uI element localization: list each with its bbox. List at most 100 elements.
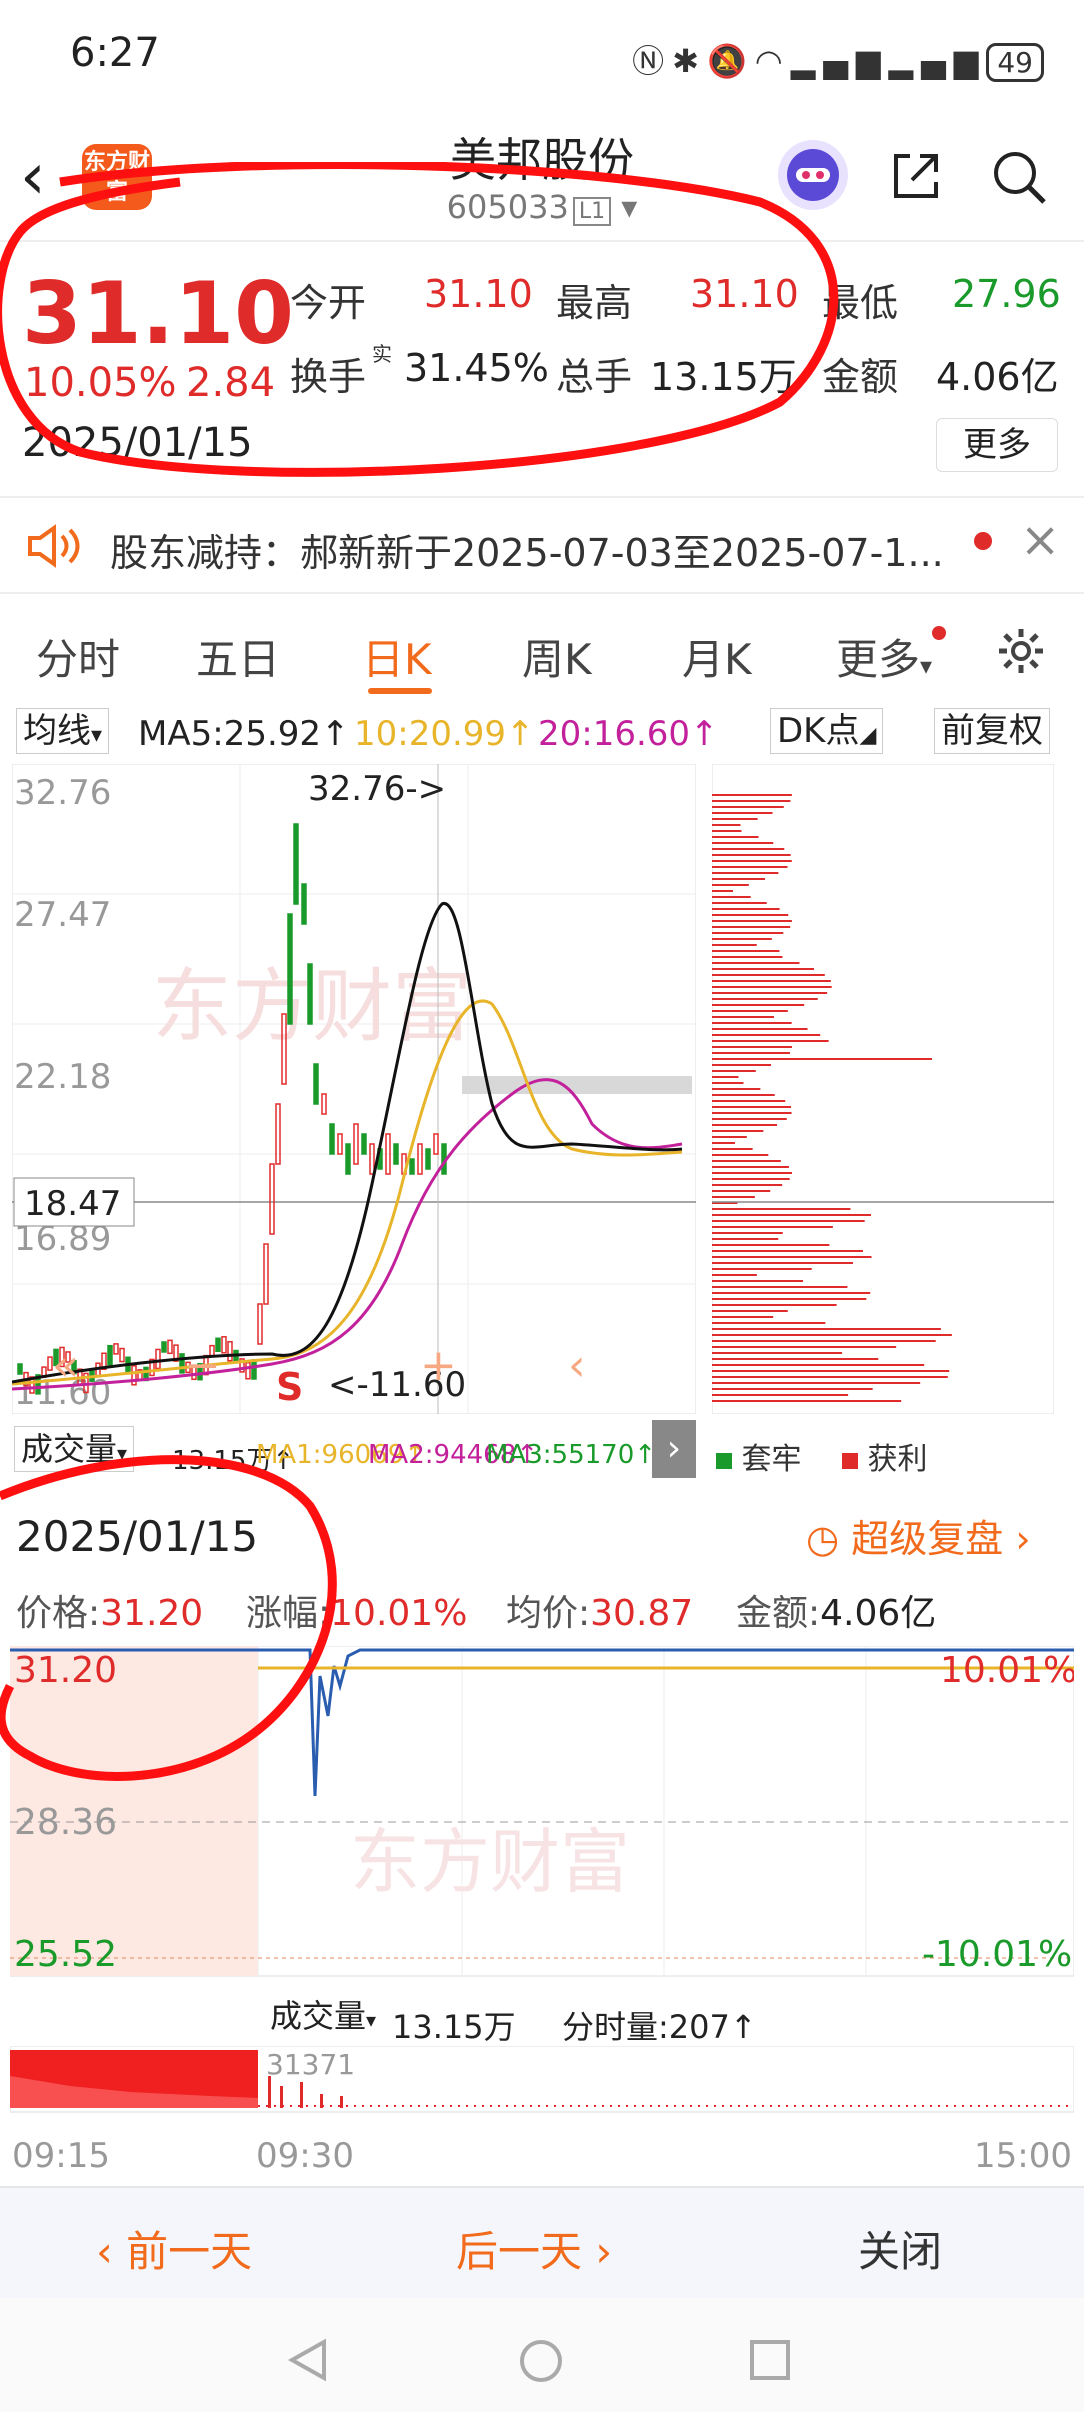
chip-bar: [712, 1034, 821, 1036]
chip-bar: [712, 926, 791, 928]
chip-bar: [712, 1088, 761, 1090]
notice-bar[interactable]: 股东减持：郝新新于2025-07-03至2025-07-1... ×: [0, 496, 1084, 594]
y-label-1: 32.76: [14, 773, 111, 813]
chip-bar: [712, 1064, 772, 1066]
chip-bar: [712, 974, 825, 976]
tab-daily-k[interactable]: 日K: [362, 626, 432, 687]
chip-bar: [712, 812, 773, 814]
tab-five-day[interactable]: 五日: [196, 626, 280, 687]
dk-select-label: DK点: [777, 711, 860, 751]
tab-timeshare[interactable]: 分时: [36, 626, 120, 687]
chip-bar: [712, 1232, 783, 1234]
volume-ma3: MA3:55170↑: [486, 1440, 657, 1470]
candle: [107, 1344, 113, 1366]
replay-avg: 均价:30.87: [506, 1584, 693, 1636]
chip-bar: [712, 860, 792, 862]
tab-weekly-k[interactable]: 周K: [522, 626, 592, 687]
indicator-row: 均线▾ MA5:25.92↑ 10:20.99↑ 20:16.60↑ DK点◢ …: [0, 704, 1084, 760]
chip-bar: [712, 1100, 786, 1102]
adjust-select[interactable]: 前复权: [934, 708, 1050, 754]
chip-bar: [712, 866, 788, 868]
chip-bar: [712, 1256, 872, 1258]
gear-icon[interactable]: [996, 626, 1046, 676]
close-button[interactable]: 关闭: [858, 2218, 942, 2279]
chip-bar: [712, 836, 759, 838]
ma-select-label: 均线: [23, 711, 91, 751]
nav-back-icon[interactable]: [286, 2338, 330, 2382]
candle: [345, 1143, 351, 1175]
intraday-volume-select[interactable]: 成交量▾: [264, 1994, 382, 2038]
legend-profit: 获利: [842, 1434, 928, 1478]
ma-select[interactable]: 均线▾: [16, 708, 110, 754]
status-icons: Ⓝ✱🔕◠▂▄▆▂▄▆ 49: [632, 36, 1044, 82]
chip-bar: [712, 956, 783, 958]
chip-bar: [712, 914, 789, 916]
svg-text:‹: ‹: [568, 1340, 586, 1391]
chip-bar: [712, 1358, 879, 1360]
max-price-note: 32.76->: [308, 769, 446, 809]
chip-bar: [712, 1250, 863, 1252]
chip-bar: [712, 1016, 775, 1018]
chip-bar: [712, 1382, 921, 1384]
candle: [161, 1341, 167, 1353]
speaker-icon: [28, 524, 80, 568]
kline-chart[interactable]: 东方财富 32.76 27.47 22.18 16.89 11.60 18.47…: [12, 764, 696, 1414]
highlight-circle-annotation-2: [0, 1455, 337, 1781]
candle: [301, 883, 307, 925]
chip-bar: [712, 1304, 837, 1306]
candle: [307, 963, 313, 1025]
svg-text:+: +: [420, 1340, 457, 1391]
bluetooth-icon: ✱: [672, 42, 707, 80]
chip-bar: [712, 1388, 873, 1390]
chip-bar: [712, 1238, 779, 1240]
replay-amount-label: 金额:: [736, 1593, 821, 1634]
candle: [329, 1123, 335, 1155]
chip-bar: [712, 1166, 789, 1168]
legend-profit-label: 获利: [867, 1442, 928, 1477]
chip-bar: [712, 1352, 843, 1354]
tab-more[interactable]: 更多▾: [836, 626, 947, 687]
chip-bar: [712, 830, 742, 832]
system-nav-bar: [0, 2298, 1084, 2412]
next-day-button[interactable]: 后一天 ›: [456, 2218, 612, 2279]
ma20-value: 20:16.60↑: [538, 714, 719, 754]
chip-bar: [712, 938, 772, 940]
chip-bar: [712, 1328, 941, 1330]
ma10-value: 10:20.99↑: [354, 714, 535, 754]
mute-icon: 🔕: [706, 42, 755, 80]
candle: [361, 1133, 367, 1155]
tab-monthly-k[interactable]: 月K: [682, 626, 752, 687]
dk-select[interactable]: DK点◢: [770, 708, 884, 754]
nav-home-icon[interactable]: [518, 2338, 564, 2384]
super-replay-link[interactable]: ◷ 超级复盘 ›: [806, 1508, 1031, 1563]
chip-bar: [712, 1148, 753, 1150]
expand-arrow-icon[interactable]: ›: [652, 1420, 696, 1478]
share-icon[interactable]: [890, 150, 942, 202]
chip-bar: [712, 1040, 829, 1042]
replay-amount: 金额:4.06亿: [736, 1584, 936, 1636]
search-icon[interactable]: [990, 148, 1048, 206]
chip-bar: [712, 1370, 950, 1372]
chip-bar: [712, 1142, 736, 1144]
chip-bar: [712, 1136, 747, 1138]
more-button[interactable]: 更多: [936, 418, 1058, 472]
chip-bar: [712, 1184, 783, 1186]
chip-bar: [712, 1310, 788, 1312]
intraday-top-pct: 10.01%: [940, 1650, 1074, 1691]
chip-bar: [712, 878, 766, 880]
chip-bar: [712, 1334, 952, 1336]
chip-bar: [712, 1076, 739, 1078]
chip-bar: [712, 1226, 833, 1228]
chip-bar: [712, 1364, 925, 1366]
legend-trapped-label: 套牢: [741, 1442, 802, 1477]
prev-day-button[interactable]: ‹ 前一天: [96, 2218, 252, 2279]
chip-bar: [712, 1280, 804, 1282]
quote-panel: 31.10 10.05% 2.84 2025/01/15 今开 31.10 最高…: [0, 162, 1084, 492]
nav-recents-icon[interactable]: [748, 2338, 792, 2382]
close-icon[interactable]: ×: [1020, 512, 1060, 568]
intraday-bottom-pct: -10.01%: [922, 1934, 1072, 1975]
notice-text: 股东减持：郝新新于2025-07-03至2025-07-1...: [110, 531, 944, 575]
chip-bar: [712, 1130, 764, 1132]
chip-bar: [712, 1196, 755, 1198]
chip-bar: [712, 1274, 757, 1276]
